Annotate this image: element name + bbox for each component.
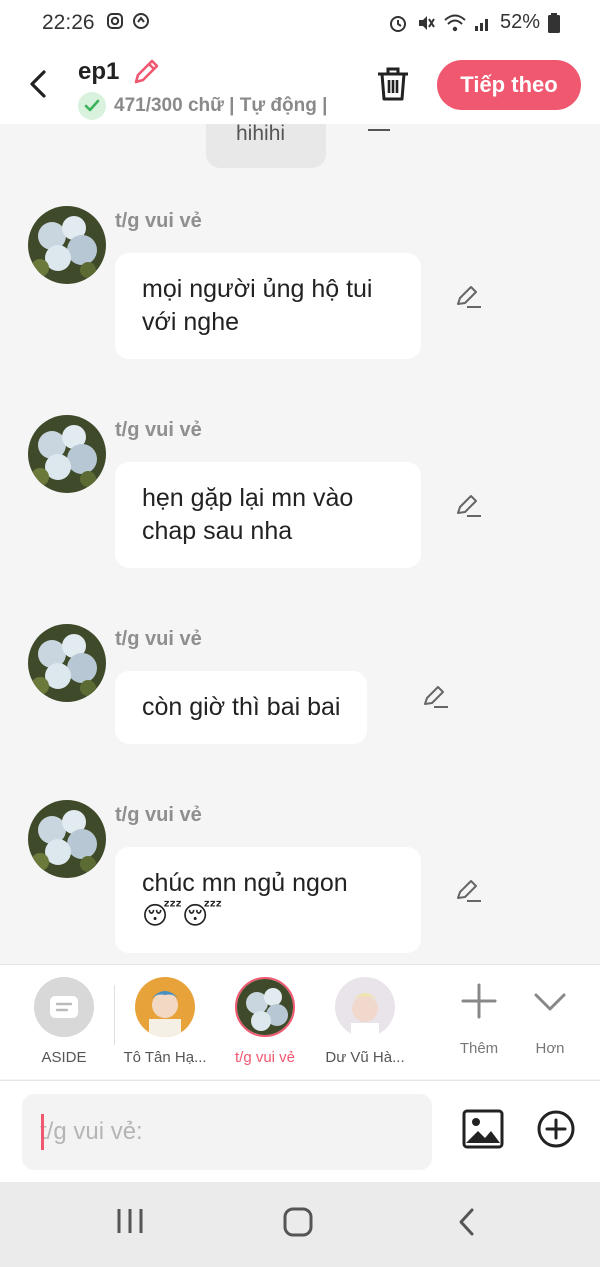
page-title: ep1 (78, 58, 120, 85)
instagram-icon (107, 13, 123, 29)
word-count-status: 471/300 chữ | Tự động | (78, 92, 327, 120)
character-label: ASIDE (41, 1049, 87, 1066)
character-label: Dư Vũ Hà... (325, 1049, 405, 1066)
pencil-icon[interactable] (455, 493, 483, 519)
home-icon[interactable] (282, 1206, 314, 1238)
pencil-icon[interactable] (422, 684, 450, 710)
pencil-icon[interactable] (455, 284, 483, 310)
character-label: Tô Tân Hạ... (123, 1049, 207, 1066)
add-circle-icon (537, 1110, 575, 1148)
character-item[interactable]: Tô Tân Hạ... (119, 977, 211, 1066)
message-bubble[interactable]: chúc mn ngủ ngon 😴😴 (115, 847, 421, 953)
tray-divider (114, 985, 115, 1045)
pencil-icon[interactable] (366, 124, 392, 132)
status-notification-icons (106, 12, 150, 30)
pencil-icon[interactable] (131, 57, 161, 87)
aside-icon (50, 996, 78, 1018)
message-author: t/g vui vẻ (115, 419, 202, 441)
signal-icon (474, 18, 488, 31)
character-aside[interactable]: ASIDE (18, 977, 110, 1066)
chevron-down-icon (534, 993, 566, 1011)
status-time: 22:26 (42, 11, 95, 34)
message-author: t/g vui vẻ (115, 210, 202, 232)
character-item[interactable]: Dư Vũ Hà... (319, 977, 411, 1066)
pencil-icon[interactable] (455, 878, 483, 904)
character-tray: ASIDE Tô Tân Hạ... t/g vui vẻ Dư Vũ Hà..… (0, 964, 600, 1079)
text-cursor (41, 1114, 44, 1150)
message-bubble[interactable]: mọi người ủng hộ tui với nghe (115, 253, 421, 359)
message-input[interactable]: t/g vui vẻ: (22, 1094, 432, 1170)
input-placeholder: t/g vui vẻ: (40, 1118, 143, 1145)
alarm-icon (389, 15, 406, 32)
message-item: t/g vui vẻ hẹn gặp lại mn vào chap sau n… (0, 415, 600, 575)
aside-avatar (34, 977, 94, 1037)
app-notification-icon (133, 13, 149, 29)
nav-back-icon[interactable] (454, 1206, 480, 1238)
wifi-icon (444, 14, 466, 31)
message-item: t/g vui vẻ còn giờ thì bai bai (0, 624, 600, 754)
previous-message-text: hihihi (236, 124, 286, 145)
message-bubble[interactable]: còn giờ thì bai bai (115, 671, 368, 744)
status-bar: 22:26 52% (0, 0, 600, 46)
character-label: t/g vui vẻ (234, 1049, 296, 1066)
add-content-button[interactable] (536, 1109, 576, 1154)
battery-icon (548, 12, 560, 33)
message-author: t/g vui vẻ (115, 628, 202, 650)
message-item: t/g vui vẻ chúc mn ngủ ngon 😴😴 (0, 800, 600, 964)
avatar (235, 977, 295, 1037)
avatar (135, 977, 195, 1037)
more-button[interactable]: Hơn (504, 977, 596, 1057)
avatar (335, 977, 395, 1037)
composer: t/g vui vẻ: (0, 1080, 600, 1182)
system-nav-bar (0, 1182, 600, 1267)
avatar[interactable] (28, 800, 106, 878)
avatar[interactable] (28, 624, 106, 702)
chat-area[interactable]: hihihi t/g vui vẻ mọi người ủng hộ tui v… (0, 124, 600, 964)
back-icon (30, 70, 46, 98)
status-right: 52% (388, 11, 560, 34)
message-item: t/g vui vẻ mọi người ủng hộ tui với nghe (0, 206, 600, 366)
header: ep1 471/300 chữ | Tự động | Tiếp theo (0, 46, 600, 124)
avatar[interactable] (28, 415, 106, 493)
image-icon (462, 1109, 504, 1149)
message-bubble[interactable]: hẹn gặp lại mn vào chap sau nha (115, 462, 421, 568)
character-item[interactable]: t/g vui vẻ (219, 977, 311, 1066)
insert-image-button[interactable] (462, 1109, 504, 1154)
message-author: t/g vui vẻ (115, 804, 202, 826)
mute-icon (418, 15, 435, 30)
trash-icon (378, 67, 408, 101)
delete-button[interactable] (376, 66, 410, 107)
battery-percent: 52% (499, 11, 540, 33)
more-label: Hơn (535, 1040, 565, 1057)
plus-icon (461, 983, 497, 1019)
recent-apps-icon[interactable] (115, 1206, 145, 1236)
next-button[interactable]: Tiếp theo (437, 60, 581, 110)
subtitle-text: 471/300 chữ | Tự động | (114, 95, 328, 116)
back-button[interactable] (22, 64, 56, 104)
avatar[interactable] (28, 206, 106, 284)
check-icon (78, 92, 106, 120)
